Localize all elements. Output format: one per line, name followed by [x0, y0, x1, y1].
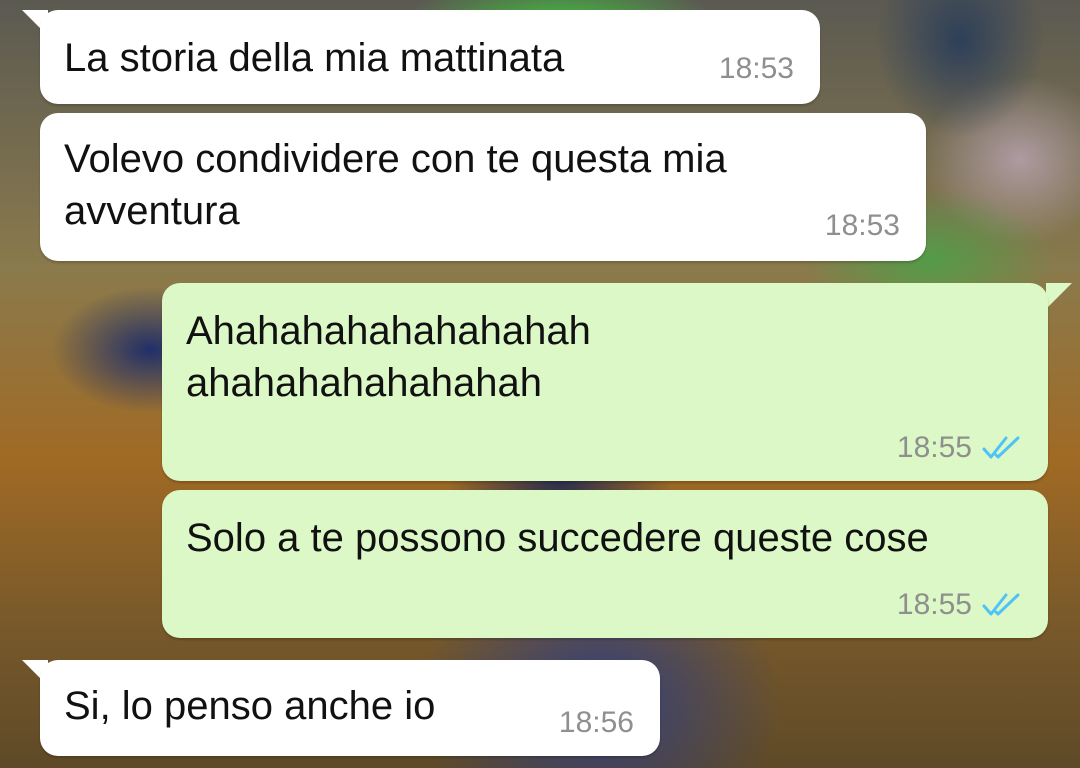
double-check-read-icon	[982, 593, 1020, 616]
message-timestamp: 18:53	[718, 52, 794, 85]
incoming-message-bubble[interactable]: Volevo condividere con te questa mia avv…	[40, 113, 926, 261]
message-text: Si, lo penso anche io	[64, 684, 436, 728]
message-text: Ahahahahahahahahah ahahahahahahahah	[186, 309, 591, 405]
message-timestamp: 18:53	[824, 209, 900, 242]
incoming-message-bubble[interactable]: Si, lo penso anche io 18:56	[40, 660, 660, 756]
outgoing-message-bubble[interactable]: Solo a te possono succedere queste cose …	[162, 490, 1048, 638]
message-timestamp: 18:55	[896, 431, 972, 464]
incoming-message-bubble[interactable]: La storia della mia mattinata 18:53	[40, 10, 820, 104]
message-text: Volevo condividere con te questa mia avv…	[64, 137, 727, 233]
message-text: La storia della mia mattinata	[64, 36, 565, 80]
outgoing-bubble-tail	[1046, 283, 1072, 309]
message-timestamp: 18:55	[896, 588, 972, 621]
message-timestamp: 18:56	[558, 706, 634, 739]
double-check-read-icon	[982, 436, 1020, 459]
message-text: Solo a te possono succedere queste cose	[186, 516, 929, 560]
outgoing-message-bubble[interactable]: Ahahahahahahahahah ahahahahahahahah 18:5…	[162, 283, 1048, 481]
